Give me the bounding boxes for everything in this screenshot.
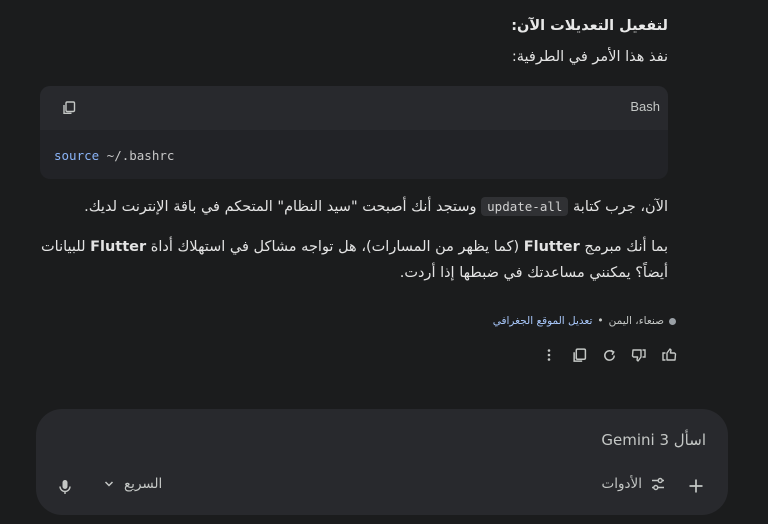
paragraph-2: بما أنك مبرمج Flutter (كما يظهر من المسا… bbox=[38, 234, 668, 286]
code-block-header: Bash bbox=[40, 86, 668, 130]
tools-label: الأدوات bbox=[601, 476, 642, 492]
thumb-up-icon bbox=[662, 348, 677, 361]
more-options-button[interactable] bbox=[540, 346, 558, 364]
code-keyword: source bbox=[54, 148, 100, 163]
thumb-down-button[interactable] bbox=[630, 346, 648, 364]
more-vert-icon bbox=[547, 349, 551, 361]
location-place: صنعاء، اليمن bbox=[608, 315, 664, 327]
para1-text-start: الآن، جرب كتابة bbox=[568, 199, 668, 215]
para2-bold-2: Flutter bbox=[90, 239, 147, 255]
tools-sliders-icon bbox=[652, 477, 664, 491]
regenerate-button[interactable] bbox=[600, 346, 618, 364]
add-attachment-button[interactable] bbox=[688, 478, 708, 498]
plus-icon bbox=[689, 479, 703, 493]
paragraph-1: الآن، جرب كتابة update-all وستجد أنك أصب… bbox=[84, 194, 668, 220]
model-mode-selector[interactable]: السريع bbox=[104, 476, 162, 492]
location-dot-icon bbox=[669, 317, 676, 325]
update-location-link[interactable]: تعديل الموقع الجغرافي bbox=[493, 315, 593, 327]
tools-button[interactable]: الأدوات bbox=[602, 476, 666, 492]
prompt-input[interactable]: اسأل Gemini 3 bbox=[601, 431, 706, 449]
heading: لتفعيل التعديلات الآن: bbox=[511, 18, 668, 34]
prompt-composer: اسأل Gemini 3 الأدوات السريع bbox=[36, 409, 728, 515]
microphone-button[interactable] bbox=[58, 479, 76, 497]
copy-code-button[interactable] bbox=[62, 101, 78, 117]
para2-bold-1: Flutter bbox=[523, 239, 580, 255]
mode-label: السريع bbox=[124, 476, 163, 492]
thumb-up-button[interactable] bbox=[660, 346, 678, 364]
copy-response-button[interactable] bbox=[570, 346, 588, 364]
code-content: source ~/.bashrc bbox=[40, 130, 668, 163]
instruction-text: نفذ هذا الأمر في الطرفية: bbox=[511, 49, 668, 65]
code-argument: ~/.bashrc bbox=[99, 148, 175, 163]
para1-text-end: وستجد أنك أصبحت "سيد النظام" المتحكم في … bbox=[84, 199, 482, 215]
chevron-down-icon bbox=[104, 481, 114, 487]
location-info: صنعاء، اليمن • تعديل الموقع الجغرافي bbox=[493, 315, 676, 327]
regenerate-icon bbox=[603, 349, 615, 361]
microphone-icon bbox=[59, 480, 71, 494]
location-separator: • bbox=[597, 315, 604, 327]
copy-icon bbox=[572, 347, 586, 362]
code-block: Bash source ~/.bashrc bbox=[40, 86, 668, 179]
inline-code: update-all bbox=[481, 197, 569, 216]
para2-text-a: بما أنك مبرمج bbox=[579, 239, 668, 255]
copy-icon bbox=[63, 101, 76, 114]
code-language-label: Bash bbox=[630, 99, 660, 114]
thumb-down-icon bbox=[631, 349, 646, 362]
response-actions bbox=[540, 346, 678, 364]
para2-text-b: (كما يظهر من المسارات)، هل تواجه مشاكل ف… bbox=[146, 239, 524, 255]
